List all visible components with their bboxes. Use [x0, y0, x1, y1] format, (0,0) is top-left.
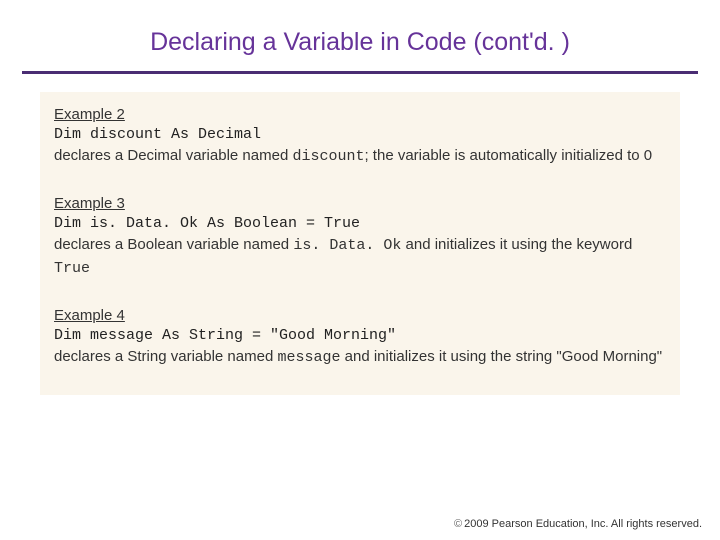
example-4: Example 4 Dim message As String = "Good …: [54, 307, 666, 370]
footer-text: 2009 Pearson Education, Inc. All rights …: [464, 518, 702, 530]
examples-box: Example 2 Dim discount As Decimal declar…: [40, 92, 680, 395]
example-heading: Example 3: [54, 195, 666, 212]
desc-mid: and initializes it using the keyword: [401, 236, 632, 253]
copyright-icon: ©: [454, 518, 462, 530]
title-divider: [22, 71, 698, 74]
example-explanation: declares a String variable named message…: [54, 346, 666, 370]
desc-mono: message: [277, 349, 340, 366]
example-explanation: declares a Boolean variable named is. Da…: [54, 234, 666, 281]
example-code: Dim is. Data. Ok As Boolean = True: [54, 215, 666, 232]
slide-title: Declaring a Variable in Code (cont'd. ): [22, 28, 698, 71]
example-code: Dim message As String = "Good Morning": [54, 327, 666, 344]
slide: Declaring a Variable in Code (cont'd. ) …: [0, 0, 720, 540]
example-heading: Example 2: [54, 106, 666, 123]
example-3: Example 3 Dim is. Data. Ok As Boolean = …: [54, 195, 666, 281]
desc-mono: is. Data. Ok: [293, 237, 401, 254]
example-heading: Example 4: [54, 307, 666, 324]
desc-pre: declares a Decimal variable named: [54, 147, 292, 164]
example-2: Example 2 Dim discount As Decimal declar…: [54, 106, 666, 169]
desc-post: ; the variable is automatically initiali…: [364, 147, 652, 164]
desc-mono2: True: [54, 260, 90, 277]
footer: ©2009 Pearson Education, Inc. All rights…: [454, 518, 702, 530]
desc-pre: declares a String variable named: [54, 348, 277, 365]
example-explanation: declares a Decimal variable named discou…: [54, 145, 666, 169]
desc-mono: discount: [292, 148, 364, 165]
example-code: Dim discount As Decimal: [54, 126, 666, 143]
desc-pre: declares a Boolean variable named: [54, 236, 293, 253]
desc-post: and initializes it using the string "Goo…: [340, 348, 662, 365]
